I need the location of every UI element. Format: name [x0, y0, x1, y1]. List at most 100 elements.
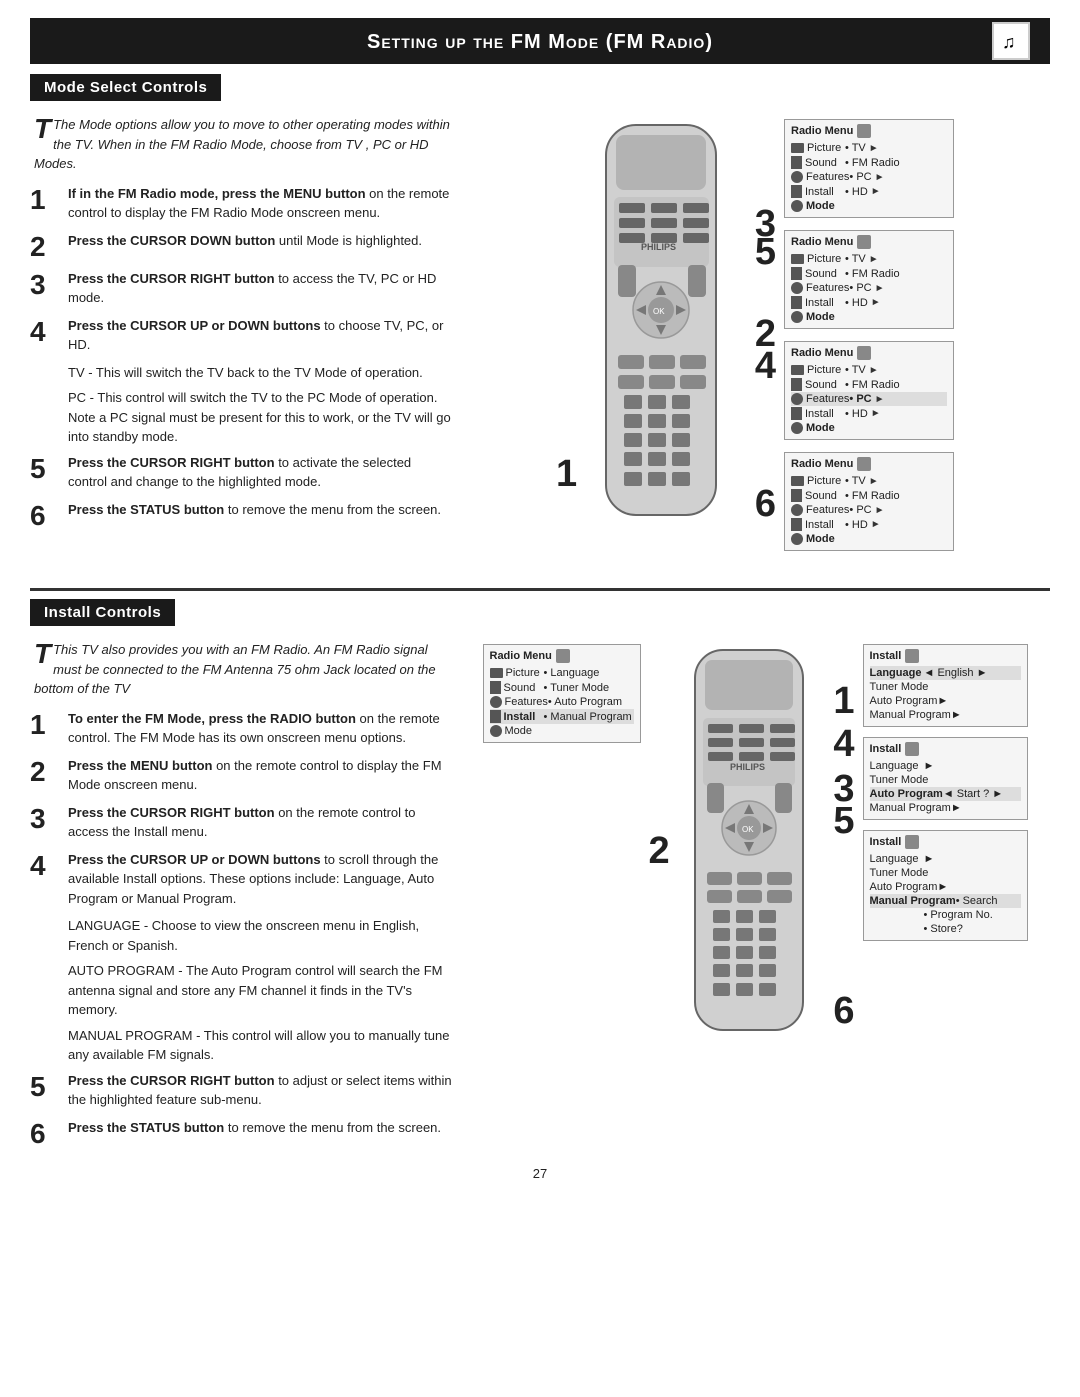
- mode-select-header-row: Mode Select Controls: [30, 74, 1050, 109]
- music-icon: ♫: [992, 22, 1030, 60]
- mode-visual-col: OK: [460, 115, 1050, 578]
- mode-intro: TThe Mode options allow you to move to o…: [30, 115, 452, 174]
- wrench-icon-3: [791, 407, 802, 420]
- install2-auto-row: Auto Program ◄ Start ? ►: [870, 787, 1021, 801]
- install-manual-row: Manual Program ►: [870, 708, 1021, 722]
- install-step-2: 2 Press the MENU button on the remote co…: [30, 756, 452, 795]
- menu1-row-mode: Mode: [791, 199, 947, 213]
- menu2-row-features: Features • PC ►: [791, 281, 947, 295]
- mode-icon-4: [791, 533, 803, 545]
- install-menu-manual: Install Language ► Tuner Mode Auto P: [863, 830, 1028, 941]
- wrench-icon-i: [490, 710, 501, 723]
- install-intro: TThis TV also provides you with an FM Ra…: [30, 640, 452, 699]
- remote-svg-top: OK: [556, 115, 776, 575]
- svg-text:♫: ♫: [1002, 32, 1017, 52]
- mode-step-1: 1 If in the FM Radio mode, press the MEN…: [30, 184, 452, 223]
- install2-tuner-row: Tuner Mode: [870, 773, 1021, 787]
- install-menu-features: Features • Auto Program: [490, 695, 634, 709]
- wrench-icon-4: [791, 518, 802, 531]
- speaker-icon-2: [791, 267, 802, 280]
- install-left-col: TThis TV also provides you with an FM Ra…: [30, 640, 460, 1156]
- install2-manual-row: Manual Program ►: [870, 801, 1021, 815]
- mode-step-5: 5 Press the CURSOR RIGHT button to activ…: [30, 453, 452, 492]
- mode-para-pc: PC - This control will switch the TV to …: [68, 388, 452, 447]
- title-text: Setting up the FM Mode (FM Radio): [367, 28, 713, 54]
- install-remote-area: OK: [647, 640, 857, 1156]
- mode-menu-2: Radio Menu Picture • TV ► Sound • FM Rad…: [784, 230, 954, 329]
- svg-text:OK: OK: [653, 307, 665, 316]
- gear-icon-2: [791, 282, 803, 294]
- gear-icon-4: [791, 504, 803, 516]
- install-menu-mode: Mode: [490, 724, 634, 738]
- radio-menu-icon-2: [857, 235, 871, 249]
- svg-text:PHILIPS: PHILIPS: [730, 762, 765, 772]
- menu4-row-sound: Sound • FM Radio: [791, 488, 947, 503]
- install-auto-row: Auto Program ►: [870, 694, 1021, 708]
- step-1-b-overlay: 1: [833, 682, 854, 720]
- install-icon-1: [905, 649, 919, 663]
- gear-icon: [791, 171, 803, 183]
- mode-step-2: 2 Press the CURSOR DOWN button until Mod…: [30, 231, 452, 261]
- wrench-icon-2: [791, 296, 802, 309]
- step-2-b-overlay: 2: [649, 832, 670, 870]
- menu3-row-mode: Mode: [791, 421, 947, 435]
- radio-menu-icon-3: [857, 346, 871, 360]
- radio-menu-icon-4: [857, 457, 871, 471]
- menu4-row-features: Features • PC ►: [791, 503, 947, 517]
- mode-icon-2: [791, 311, 803, 323]
- install-menu-install: Install • Manual Program: [490, 709, 634, 724]
- tv-icon: [791, 143, 804, 153]
- menu3-row-features: Features • PC ►: [791, 392, 947, 406]
- tv-icon-4: [791, 476, 804, 486]
- install-icon-3: [905, 835, 919, 849]
- install-step-3: 3 Press the CURSOR RIGHT button on the r…: [30, 803, 452, 842]
- menu1-row-install: Install • HD ►: [791, 184, 947, 199]
- radio-menu-install-icon: [556, 649, 570, 663]
- menu4-row-picture: Picture • TV ►: [791, 474, 947, 488]
- menu2-row-sound: Sound • FM Radio: [791, 266, 947, 281]
- step-5-b-overlay: 5: [833, 802, 854, 840]
- mode-step-4: 4 Press the CURSOR UP or DOWN buttons to…: [30, 316, 452, 355]
- step-6-overlay: 6: [755, 485, 776, 523]
- mode-menu-3: Radio Menu Picture • TV ► Sound • FM Rad…: [784, 341, 954, 440]
- mode-icon-i: [490, 725, 502, 737]
- install-content-row: TThis TV also provides you with an FM Ra…: [30, 640, 1050, 1156]
- install-header: Install Controls: [30, 599, 175, 626]
- mode-menu-4: Radio Menu Picture • TV ► Sound • FM Rad…: [784, 452, 954, 551]
- install-step-5: 5 Press the CURSOR RIGHT button to adjus…: [30, 1071, 452, 1110]
- install3-lang-row: Language ►: [870, 852, 1021, 866]
- install-right-menus: Install Language ◄ English ► Tuner Mode: [863, 640, 1028, 1156]
- install-para-auto: AUTO PROGRAM - The Auto Program control …: [68, 961, 452, 1020]
- menu3-row-picture: Picture • TV ►: [791, 363, 947, 377]
- install-menu-picture: Picture • Language: [490, 666, 634, 680]
- gear-icon-3: [791, 393, 803, 405]
- tv-icon-i: [490, 668, 503, 678]
- mode-icon-3: [791, 422, 803, 434]
- svg-text:OK: OK: [742, 825, 754, 834]
- speaker-icon: [791, 156, 802, 169]
- step-4-b-overlay: 4: [833, 725, 854, 763]
- install-lang-row: Language ◄ English ►: [870, 666, 1021, 680]
- tv-icon-2: [791, 254, 804, 264]
- step-6-b-overlay: 6: [833, 992, 854, 1030]
- install-menu-lang: Install Language ◄ English ► Tuner Mode: [863, 644, 1028, 727]
- section-divider: [30, 588, 1050, 591]
- radio-menu-icon-1: [857, 124, 871, 138]
- step-4-overlay: 4: [755, 347, 776, 385]
- mode-select-header: Mode Select Controls: [30, 74, 221, 101]
- install-para-manual: MANUAL PROGRAM - This control will allow…: [68, 1026, 452, 1065]
- menu4-row-mode: Mode: [791, 532, 947, 546]
- mode-menus-col: Radio Menu Picture • TV ► Sound • FM Rad…: [784, 115, 954, 578]
- install-para-lang: LANGUAGE - Choose to view the onscreen m…: [68, 916, 452, 955]
- menu3-row-sound: Sound • FM Radio: [791, 377, 947, 392]
- install2-lang-row: Language ►: [870, 759, 1021, 773]
- install-tuner-row: Tuner Mode: [870, 680, 1021, 694]
- wrench-icon: [791, 185, 802, 198]
- menu2-row-install: Install • HD ►: [791, 295, 947, 310]
- spk-icon-i: [490, 681, 501, 694]
- install-menu-auto: Install Language ► Tuner Mode Auto P: [863, 737, 1028, 820]
- mode-left-col: TThe Mode options allow you to move to o…: [30, 115, 460, 578]
- menu2-row-picture: Picture • TV ►: [791, 252, 947, 266]
- menu1-row-picture: Picture • TV ►: [791, 141, 947, 155]
- mode-step-6: 6 Press the STATUS button to remove the …: [30, 500, 452, 530]
